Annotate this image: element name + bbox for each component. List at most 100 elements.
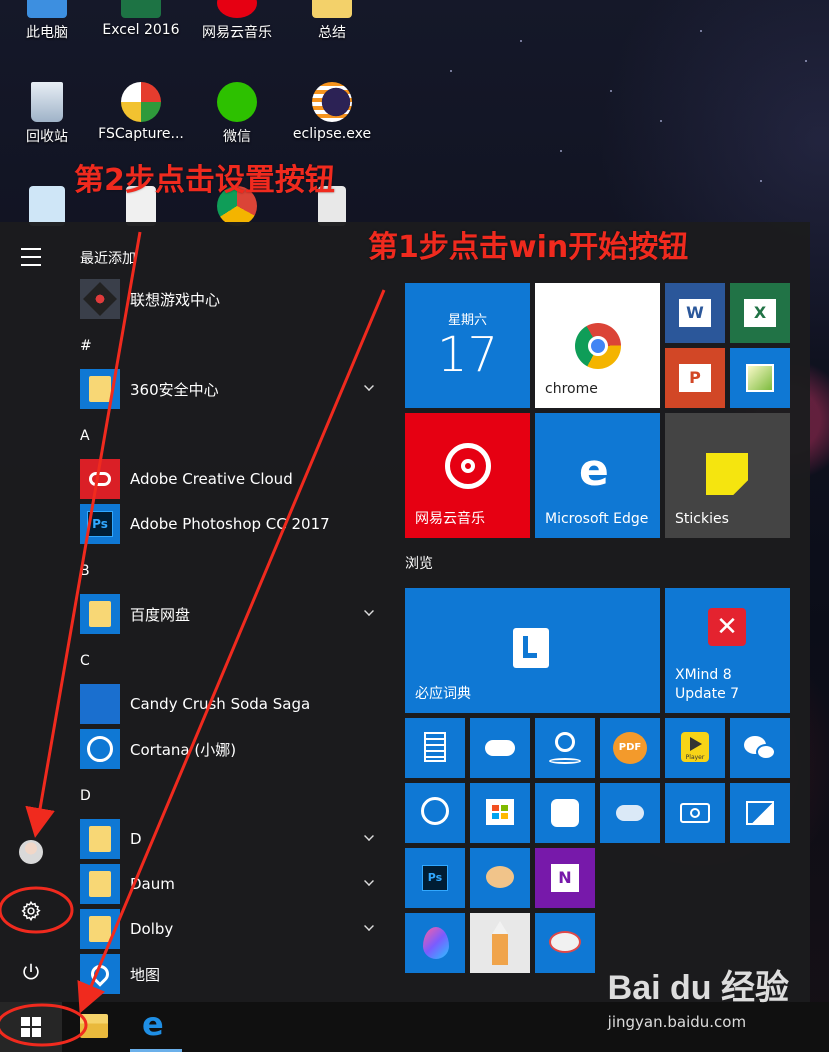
watermark-brand: Bai du 经验	[607, 969, 789, 1007]
edge-icon[interactable]: e	[142, 1008, 164, 1040]
user-avatar[interactable]	[18, 839, 44, 865]
tile-xmind[interactable]: ✕ XMind 8 Update 7	[665, 588, 790, 713]
tile-excel[interactable]: X	[730, 283, 790, 343]
tile-photos[interactable]	[730, 783, 790, 843]
desktop-icon-fscapture[interactable]: FSCapture...	[96, 82, 186, 142]
tile-group-header-browse[interactable]: 浏览	[405, 553, 433, 573]
candy-crush-icon	[80, 684, 120, 724]
tile-powerpoint[interactable]: P	[665, 348, 725, 408]
folder-icon	[80, 369, 120, 409]
tile-sketchbook[interactable]	[470, 913, 530, 973]
app-name: Cortana (小娜)	[130, 740, 237, 759]
group-header-c[interactable]: C	[80, 653, 90, 669]
photoshop-icon: Ps	[80, 504, 120, 544]
excel-icon: X	[744, 299, 776, 327]
tile-stickies[interactable]: Stickies	[665, 413, 790, 538]
tile-store[interactable]	[470, 783, 530, 843]
tile-onenote[interactable]: N	[535, 848, 595, 908]
desktop-icon-this-pc[interactable]: 此电脑	[2, 0, 92, 42]
chart-app-icon	[29, 186, 65, 226]
desktop-icon-excel[interactable]: Excel 2016	[96, 0, 186, 38]
tile-word[interactable]: W	[665, 283, 725, 343]
app-name: Dolby	[130, 920, 174, 938]
app-item-adobe-creative-cloud[interactable]: Adobe Creative Cloud	[80, 459, 380, 499]
desktop-icon-recycle-bin[interactable]: 回收站	[2, 82, 92, 146]
tile-label: XMind 8 Update 7	[675, 666, 740, 703]
tile-calculator[interactable]	[405, 718, 465, 778]
app-item-dolby[interactable]: Dolby	[80, 909, 380, 949]
recently-added-header: 最近添加	[80, 251, 136, 267]
folder-icon	[80, 594, 120, 634]
group-header-d[interactable]: D	[80, 788, 91, 804]
power-icon[interactable]	[18, 959, 44, 985]
cortana-icon	[80, 729, 120, 769]
tile-camera[interactable]	[665, 783, 725, 843]
tile-maps-pin[interactable]	[535, 718, 595, 778]
tile-weather[interactable]	[600, 783, 660, 843]
start-menu: 最近添加 联想游戏中心 # 360安全中心 A Adobe Creative C…	[0, 222, 810, 1002]
app-list: 最近添加 联想游戏中心 # 360安全中心 A Adobe Creative C…	[80, 222, 390, 1002]
calculator-icon	[424, 732, 446, 762]
group-header-b[interactable]: B	[80, 563, 90, 579]
settings-gear-icon[interactable]	[18, 898, 44, 924]
tile-onedrive[interactable]	[470, 718, 530, 778]
chevron-down-icon[interactable]	[364, 876, 374, 886]
sticky-note-icon	[706, 453, 748, 495]
app-item-adobe-photoshop[interactable]: Ps Adobe Photoshop CC 2017	[80, 504, 380, 544]
onenote-icon: N	[551, 864, 579, 892]
app-name: D	[130, 830, 142, 848]
app-item-candy-crush[interactable]: Candy Crush Soda Saga	[80, 684, 380, 724]
annotation-step1: 第1步点击win开始按钮	[368, 230, 689, 265]
app-item-maps[interactable]: 地图	[80, 954, 380, 994]
cloud-icon	[485, 740, 515, 756]
tile-collaboration-app[interactable]	[535, 783, 595, 843]
app-item-baidu-netdisk[interactable]: 百度网盘	[80, 594, 380, 634]
tile-wechat[interactable]	[730, 718, 790, 778]
chevron-down-icon[interactable]	[364, 831, 374, 841]
pdf-icon: PDF	[613, 732, 647, 764]
tile-drawboard[interactable]	[535, 913, 595, 973]
file-explorer-icon[interactable]	[80, 1014, 108, 1038]
app-item-lenovo-game-center[interactable]: 联想游戏中心	[80, 279, 380, 319]
chevron-down-icon[interactable]	[364, 381, 374, 391]
windows-start-button[interactable]	[0, 1002, 62, 1052]
desktop-icon-summary[interactable]: 总结	[287, 0, 377, 42]
map-pin-icon	[80, 954, 120, 994]
netease-music-icon	[445, 443, 491, 489]
folder-icon	[80, 819, 120, 859]
desktop-icon-eclipse[interactable]: eclipse.exe	[287, 82, 377, 142]
tile-alarms[interactable]	[405, 783, 465, 843]
computer-icon	[27, 0, 67, 18]
tile-paint[interactable]	[470, 848, 530, 908]
group-header-hash[interactable]: #	[80, 338, 92, 354]
tile-calendar[interactable]: 星期六 17	[405, 283, 530, 408]
edge-icon: e	[579, 445, 609, 496]
app-item-d-folder[interactable]: D	[80, 819, 380, 859]
group-header-a[interactable]: A	[80, 428, 90, 444]
tile-image-editor[interactable]	[730, 348, 790, 408]
xmind-icon: ✕	[708, 608, 746, 646]
app-item-cortana[interactable]: Cortana (小娜)	[80, 729, 380, 769]
tile-netease-music[interactable]: 网易云音乐	[405, 413, 530, 538]
hamburger-menu-icon[interactable]	[18, 244, 44, 270]
folder-icon	[80, 864, 120, 904]
tile-microsoft-edge[interactable]: e Microsoft Edge	[535, 413, 660, 538]
tile-bing-dictionary[interactable]: 必应词典	[405, 588, 660, 713]
word-icon: W	[679, 299, 711, 327]
app-name: 百度网盘	[130, 605, 191, 624]
desktop-icon-wechat[interactable]: 微信	[192, 82, 282, 146]
app-item-daum[interactable]: Daum	[80, 864, 380, 904]
tile-player[interactable]: Player	[665, 718, 725, 778]
app-item-360-safe[interactable]: 360安全中心	[80, 369, 380, 409]
tile-photoshop[interactable]: Ps	[405, 848, 465, 908]
tile-paint3d[interactable]	[405, 913, 465, 973]
tile-pdf-reader[interactable]: PDF	[600, 718, 660, 778]
tile-chrome[interactable]: chrome	[535, 283, 660, 408]
folder-icon	[80, 909, 120, 949]
chevron-down-icon[interactable]	[364, 921, 374, 931]
chevron-down-icon[interactable]	[364, 606, 374, 616]
recycle-bin-icon	[31, 82, 63, 122]
app-name: Adobe Creative Cloud	[130, 470, 293, 488]
powerpoint-icon: P	[679, 364, 711, 392]
desktop-icon-netease-music[interactable]: 网易云音乐	[192, 0, 282, 42]
